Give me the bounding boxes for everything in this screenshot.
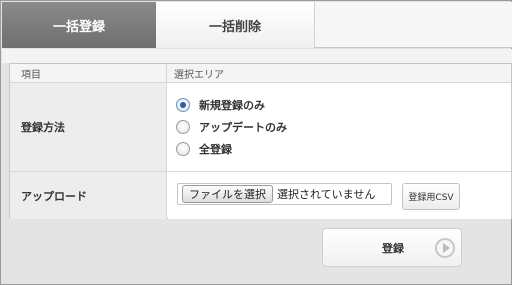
radio-label: アップデートのみ xyxy=(199,121,287,134)
radio-label: 全登録 xyxy=(199,143,232,156)
table-header-row: 項目 選択エリア xyxy=(10,64,511,83)
header-item: 項目 xyxy=(10,64,167,82)
radio-update-only[interactable]: アップデートのみ xyxy=(176,119,287,135)
tab-bulk-delete[interactable]: 一括削除 xyxy=(156,2,315,48)
radio-button-checked-icon[interactable] xyxy=(176,98,190,112)
settings-table: 項目 選択エリア 登録方法 新規登録のみ アップデートのみ 全登録 アップロード… xyxy=(9,63,512,219)
method-label: 登録方法 xyxy=(10,83,167,171)
file-input[interactable]: ファイルを選択 選択されていません xyxy=(177,183,392,205)
tab-content-strip xyxy=(2,49,512,63)
choose-file-button[interactable]: ファイルを選択 xyxy=(182,185,273,203)
play-circle-icon xyxy=(435,238,455,258)
header-selection-area: 選択エリア xyxy=(168,64,511,82)
radio-button-icon[interactable] xyxy=(176,120,190,134)
radio-all[interactable]: 全登録 xyxy=(176,141,232,157)
radio-label: 新規登録のみ xyxy=(199,99,265,112)
upload-controls: ファイルを選択 選択されていません 登録用CSV xyxy=(168,172,511,219)
table-row-upload: アップロード ファイルを選択 選択されていません 登録用CSV xyxy=(10,172,511,219)
csv-template-button[interactable]: 登録用CSV xyxy=(402,183,460,210)
window-frame: 一括登録 一括削除 項目 選択エリア 登録方法 新規登録のみ アップデートのみ xyxy=(0,0,512,285)
tab-bar: 一括登録 一括削除 xyxy=(2,2,512,48)
file-status-text: 選択されていません xyxy=(277,188,376,201)
radio-new-only[interactable]: 新規登録のみ xyxy=(176,97,265,113)
method-options: 新規登録のみ アップデートのみ 全登録 xyxy=(168,83,511,171)
radio-button-icon[interactable] xyxy=(176,142,190,156)
tab-bulk-register[interactable]: 一括登録 xyxy=(2,2,156,48)
register-button[interactable]: 登録 xyxy=(322,228,462,267)
upload-label: アップロード xyxy=(10,172,167,219)
table-row-method: 登録方法 新規登録のみ アップデートのみ 全登録 xyxy=(10,83,511,172)
